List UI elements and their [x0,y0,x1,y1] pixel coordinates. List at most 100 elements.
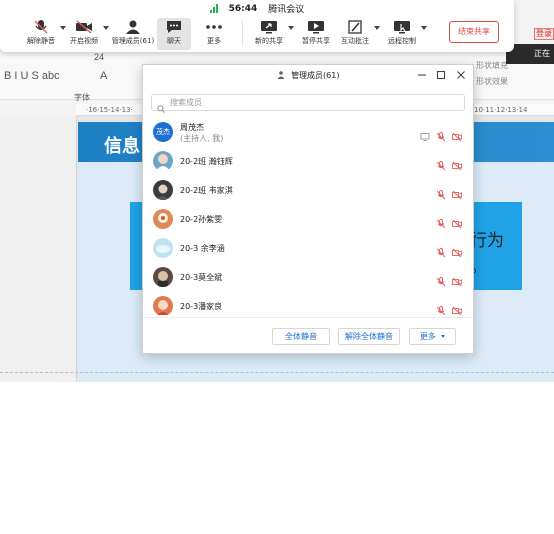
avatar [153,267,173,287]
share-dropdown-arrow[interactable] [288,26,294,30]
ruler-right: 10·11·12·13·14 [474,104,554,116]
more-options-button[interactable]: 更多 [409,328,456,345]
screen-share-status-icon [420,127,430,141]
remote-control-icon [393,20,411,34]
member-role: (主持人, 我) [180,134,224,143]
chat-label: 聊天 [167,37,181,45]
start-video-label: 开启视频 [70,37,98,45]
mic-muted-icon[interactable] [436,127,446,142]
member-search-box[interactable] [151,94,465,113]
page-boundary-line [0,372,554,373]
member-row-host[interactable]: 茂杰 周茂杰 (主持人, 我) [143,118,473,146]
member-row[interactable]: 20-2孙紫雯 [143,205,473,233]
slide-title: 信息 [104,136,140,157]
avatar [153,209,173,229]
members-panel: 管理成员(61) 茂杰 周茂杰 (主持人, 我) [142,64,474,354]
shape-fill-button[interactable]: 形状填充 [476,60,508,71]
unmute-all-button[interactable]: 解除全体静音 [338,328,400,345]
pause-share-icon [307,20,325,34]
end-share-button[interactable]: 结束共享 [449,21,499,43]
new-share-label: 新的共享 [255,37,283,45]
remote-control-label: 远程控制 [388,37,416,45]
manage-members-label: 管理成员(61) [111,37,155,45]
avatar [153,296,173,315]
toolbar-divider [242,20,243,46]
member-row[interactable]: 20-3莫全斌 [143,263,473,291]
member-name: 20-2班 瀚钰辉 [180,157,233,166]
slide-text-line-1: 行为 [470,231,504,251]
unmute-dropdown-arrow[interactable] [60,26,66,30]
pause-share-label: 暂停共享 [302,37,330,45]
mic-muted-icon[interactable] [436,301,446,315]
member-search-input[interactable] [170,96,460,109]
more-label: 更多 [207,37,221,45]
panel-titlebar[interactable]: 管理成员(61) [143,65,473,87]
font-size-field[interactable]: 24 [94,52,104,62]
chat-button[interactable]: 聊天 [157,18,191,50]
signal-strength-icon [209,4,220,13]
font-color-icon[interactable]: A [100,70,107,82]
avatar [153,180,173,200]
member-list: 茂杰 周茂杰 (主持人, 我) 20-2班 瀚钰辉 20-2班 韦家淇 20-2… [143,118,473,315]
camera-off-icon [75,20,93,34]
ribbon-format-buttons[interactable]: B I U S abc [4,70,60,82]
close-icon[interactable] [454,68,468,82]
panel-title: 管理成员(61) [291,71,340,80]
camera-off-icon[interactable] [452,214,462,229]
member-name: 20-3莫全斌 [180,273,223,282]
avatar [153,238,173,258]
member-name: 20-2孙紫雯 [180,215,223,224]
more-dots-icon [205,20,223,34]
person-icon [277,71,285,79]
video-dropdown-arrow[interactable] [103,26,109,30]
mic-muted-icon[interactable] [436,272,446,287]
chat-icon [165,20,183,34]
mic-muted-icon[interactable] [436,185,446,200]
more-options-label: 更多 [419,332,436,341]
camera-off-icon[interactable] [452,156,462,171]
annotate-button[interactable]: 互动批注 [337,18,373,50]
unmute-button[interactable]: 解除静音 [24,18,58,50]
screen-share-icon [260,20,278,34]
camera-off-icon[interactable] [452,127,462,142]
maximize-icon[interactable] [434,68,448,82]
chevron-down-icon [441,335,446,338]
shape-effect-button[interactable]: 形状效果 [476,76,508,87]
remote-control-button[interactable]: 远程控制 [384,18,420,50]
start-video-button[interactable]: 开启视频 [67,18,101,50]
meeting-app-title: 腾讯会议 [268,5,305,15]
more-button[interactable]: 更多 [197,18,231,50]
member-row[interactable]: 20-3 余李涵 [143,234,473,262]
avatar [153,151,173,171]
minimize-icon[interactable] [415,68,429,82]
login-badge[interactable]: 登录 [534,28,554,40]
camera-off-icon[interactable] [452,185,462,200]
manage-members-button[interactable]: 管理成员(61) [110,18,156,50]
mic-muted-icon[interactable] [436,156,446,171]
panel-footer: 全体静音 解除全体静音 更多 [143,317,473,355]
avatar: 茂杰 [153,122,173,142]
font-group-label: 字体 [74,93,90,102]
camera-off-icon[interactable] [452,243,462,258]
new-share-button[interactable]: 新的共享 [251,18,287,50]
member-row[interactable]: 20-2班 瀚钰辉 [143,147,473,175]
camera-off-icon[interactable] [452,272,462,287]
member-name: 20-3 余李涵 [180,244,225,253]
search-icon [157,98,165,113]
member-name: 周茂杰 [180,123,204,132]
pause-share-button[interactable]: 暂停共享 [298,18,334,50]
meeting-status-row: 56:44 腾讯会议 [0,2,514,18]
mute-all-button[interactable]: 全体静音 [272,328,330,345]
slide-thumbnail-panel[interactable] [0,116,77,382]
member-name: 20-2班 韦家淇 [180,186,233,195]
person-icon [124,20,142,34]
member-row[interactable]: 20-3潘家良 [143,292,473,315]
annotate-label: 互动批注 [341,37,369,45]
mic-muted-icon[interactable] [436,243,446,258]
remote-dropdown-arrow[interactable] [421,26,427,30]
camera-off-icon[interactable] [452,301,462,315]
mic-muted-icon[interactable] [436,214,446,229]
mic-muted-icon [32,20,50,34]
annotate-dropdown-arrow[interactable] [374,26,380,30]
member-row[interactable]: 20-2班 韦家淇 [143,176,473,204]
